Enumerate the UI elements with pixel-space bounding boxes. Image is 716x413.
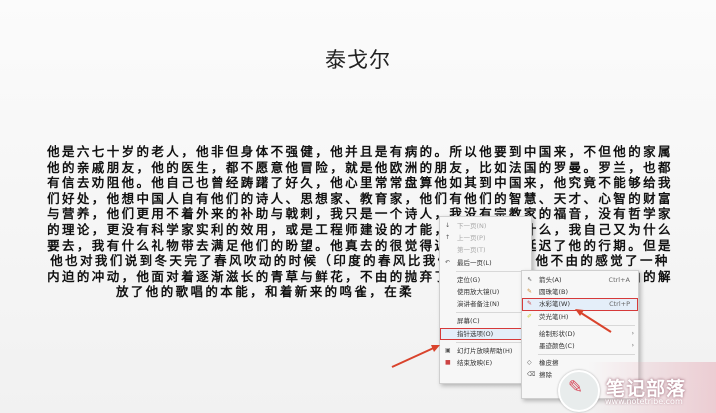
pen-icon: ✎ xyxy=(568,377,584,398)
annotation-arrow-left xyxy=(391,345,440,368)
annotation-arrow-right xyxy=(575,309,612,333)
annotation-arrows xyxy=(391,309,612,368)
watermark: ✎ 笔记部落 www.notetribe.com xyxy=(548,362,716,413)
watermark-url: www.notetribe.com xyxy=(605,397,683,406)
